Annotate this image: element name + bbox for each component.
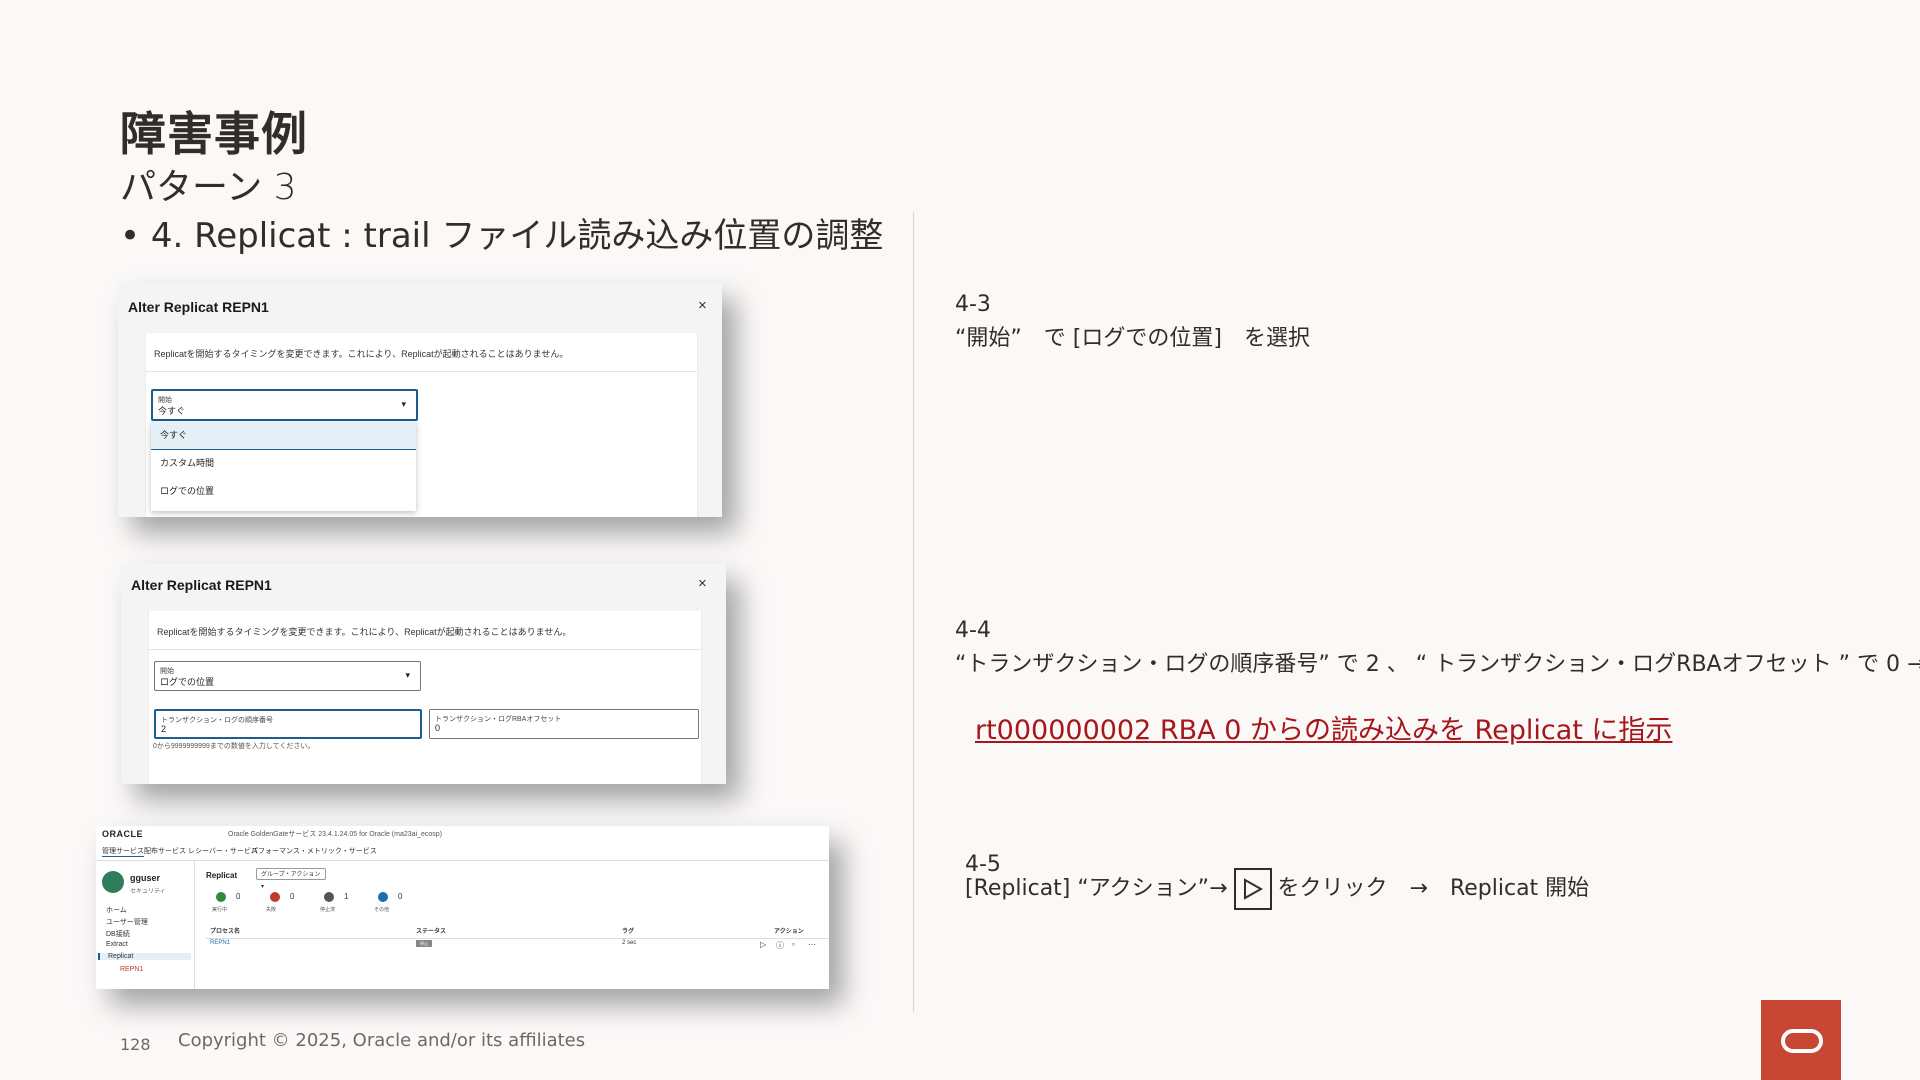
step-4-4-text: “トランザクション・ログの順序番号” で 2 、 “ トランザクション・ログRB… — [955, 652, 1920, 677]
tab-performance-service[interactable]: パフォーマンス・メトリック・サービス — [251, 846, 377, 856]
dropdown-option-custom-time[interactable]: カスタム時間 — [151, 449, 416, 477]
group-actions-button[interactable]: グループ・アクション ▾ — [256, 868, 326, 890]
oracle-logo: ORACLE — [102, 829, 143, 839]
step-4-5-post: をクリック → Replicat 開始 — [1277, 876, 1590, 901]
more-icon[interactable]: ⋯ — [808, 940, 816, 949]
log-sequence-value: 2 — [161, 724, 167, 734]
stopped-icon — [324, 892, 334, 902]
slide-bullet: • 4. Replicat : trail ファイル読み込み位置の調整 — [120, 216, 884, 256]
highlight-note: rt000000002 RBA 0 からの読み込みを Replicat に指示 — [975, 715, 1673, 746]
dialog-description: Replicatを開始するタイミングを変更できます。これにより、Replicat… — [157, 627, 572, 637]
table-row — [206, 938, 829, 953]
tab-distribution-service[interactable]: 配布サービス — [144, 846, 186, 856]
dialog-body: Replicatを開始するタイミングを変更できます。これにより、Replicat… — [145, 333, 698, 517]
user-name: gguser — [130, 873, 161, 883]
close-icon[interactable]: × — [698, 575, 707, 592]
oracle-logo-icon — [1761, 1000, 1841, 1080]
start-select-value: ログでの位置 — [160, 677, 215, 687]
info-icon — [378, 892, 388, 902]
play-icon — [1233, 868, 1272, 910]
main-title: Replicat — [206, 871, 238, 880]
column-lag[interactable]: ラグ — [622, 926, 634, 935]
slide-title: 障害事例 — [120, 107, 308, 161]
row-lag: 2 sec — [622, 940, 637, 946]
copyright-text: Copyright © 2025, Oracle and/or its affi… — [178, 1030, 586, 1051]
log-sequence-input[interactable]: トランザクション・ログの順序番号 2 — [154, 709, 422, 739]
sidebar-item-repn1[interactable]: REPN1 — [120, 966, 143, 973]
dropdown-option-log-position[interactable]: ログでの位置 — [151, 477, 416, 505]
check-icon — [216, 892, 226, 902]
chevron-down-icon: ▾ — [401, 399, 406, 409]
close-icon[interactable]: × — [698, 297, 707, 314]
console-sidebar: gguser セキュリティ ホーム ユーザー管理 DB接続 Extract Re… — [96, 861, 195, 989]
vertical-divider — [913, 212, 914, 1012]
start-select[interactable]: 開始 今すぐ ▾ — [151, 389, 418, 421]
chevron-down-icon: ▾ — [405, 670, 410, 680]
avatar — [102, 871, 124, 893]
tab-admin-service[interactable]: 管理サービス — [102, 846, 144, 857]
dialog-separator — [149, 649, 701, 650]
slide-subtitle: パターン 3 — [120, 167, 297, 208]
log-rba-offset-value: 0 — [435, 723, 441, 733]
start-select[interactable]: 開始 ログでの位置 ▾ — [154, 661, 421, 691]
dialog-title: Alter Replicat REPN1 — [131, 577, 272, 593]
step-4-4-heading: 4-4 — [955, 618, 991, 643]
sidebar-item-home[interactable]: ホーム — [106, 905, 127, 915]
column-status[interactable]: ステータス — [416, 926, 446, 935]
step-4-3-text: “開始” で [ログでの位置] を選択 — [955, 326, 1310, 351]
step-4-3-heading: 4-3 — [955, 292, 991, 317]
sidebar-item-db-connections[interactable]: DB接続 — [106, 929, 130, 939]
error-icon — [270, 892, 280, 902]
sidebar-item-replicat[interactable]: Replicat — [98, 953, 191, 960]
delete-icon[interactable]: ▫ — [792, 940, 795, 949]
service-name: Oracle GoldenGateサービス 23.4.1.24.05 for O… — [228, 831, 442, 838]
tab-receiver-service[interactable]: レシーバー・サービス — [188, 846, 258, 856]
column-process-name[interactable]: プロセス名 — [210, 926, 240, 935]
status-badge: 停止 — [416, 940, 432, 947]
column-actions: アクション — [774, 929, 804, 935]
user-role: セキュリティ — [130, 889, 166, 895]
input-hint: 0から9999999999までの数値を入力してください。 — [153, 743, 315, 750]
start-dropdown-menu: 今すぐ カスタム時間 ログでの位置 — [151, 421, 416, 511]
dialog-body: Replicatを開始するタイミングを変更できます。これにより、Replicat… — [148, 611, 702, 784]
log-sequence-label: トランザクション・ログの順序番号 — [161, 717, 273, 724]
sidebar-item-extract[interactable]: Extract — [106, 941, 128, 948]
step-4-5-text: [Replicat] “アクション”→ をクリック → Replicat 開始 — [965, 866, 1589, 912]
row-process-link[interactable]: REPN1 — [210, 940, 230, 946]
dialog-separator — [146, 371, 697, 372]
dropdown-option-now[interactable]: 今すぐ — [151, 421, 416, 450]
start-select-value: 今すぐ — [158, 406, 186, 416]
play-icon[interactable]: ▷ — [760, 940, 766, 949]
info-icon[interactable]: ⓘ — [776, 940, 784, 951]
screenshot-dialog-log-position: Alter Replicat REPN1 × Replicatを開始するタイミン… — [121, 564, 726, 784]
screenshot-goldengate-console: ORACLE Oracle GoldenGateサービス 23.4.1.24.0… — [96, 826, 829, 989]
screenshot-dialog-dropdown: Alter Replicat REPN1 × Replicatを開始するタイミン… — [118, 283, 722, 517]
dialog-title: Alter Replicat REPN1 — [128, 299, 269, 315]
sidebar-item-users[interactable]: ユーザー管理 — [106, 917, 148, 927]
console-header: ORACLE Oracle GoldenGateサービス 23.4.1.24.0… — [96, 826, 829, 861]
page-number: 128 — [120, 1035, 151, 1054]
step-4-5-pre: [Replicat] “アクション”→ — [965, 876, 1228, 901]
dialog-description: Replicatを開始するタイミングを変更できます。これにより、Replicat… — [154, 349, 569, 359]
log-rba-offset-input[interactable]: トランザクション・ログRBAオフセット 0 — [429, 709, 699, 739]
log-rba-offset-label: トランザクション・ログRBAオフセット — [435, 716, 562, 723]
